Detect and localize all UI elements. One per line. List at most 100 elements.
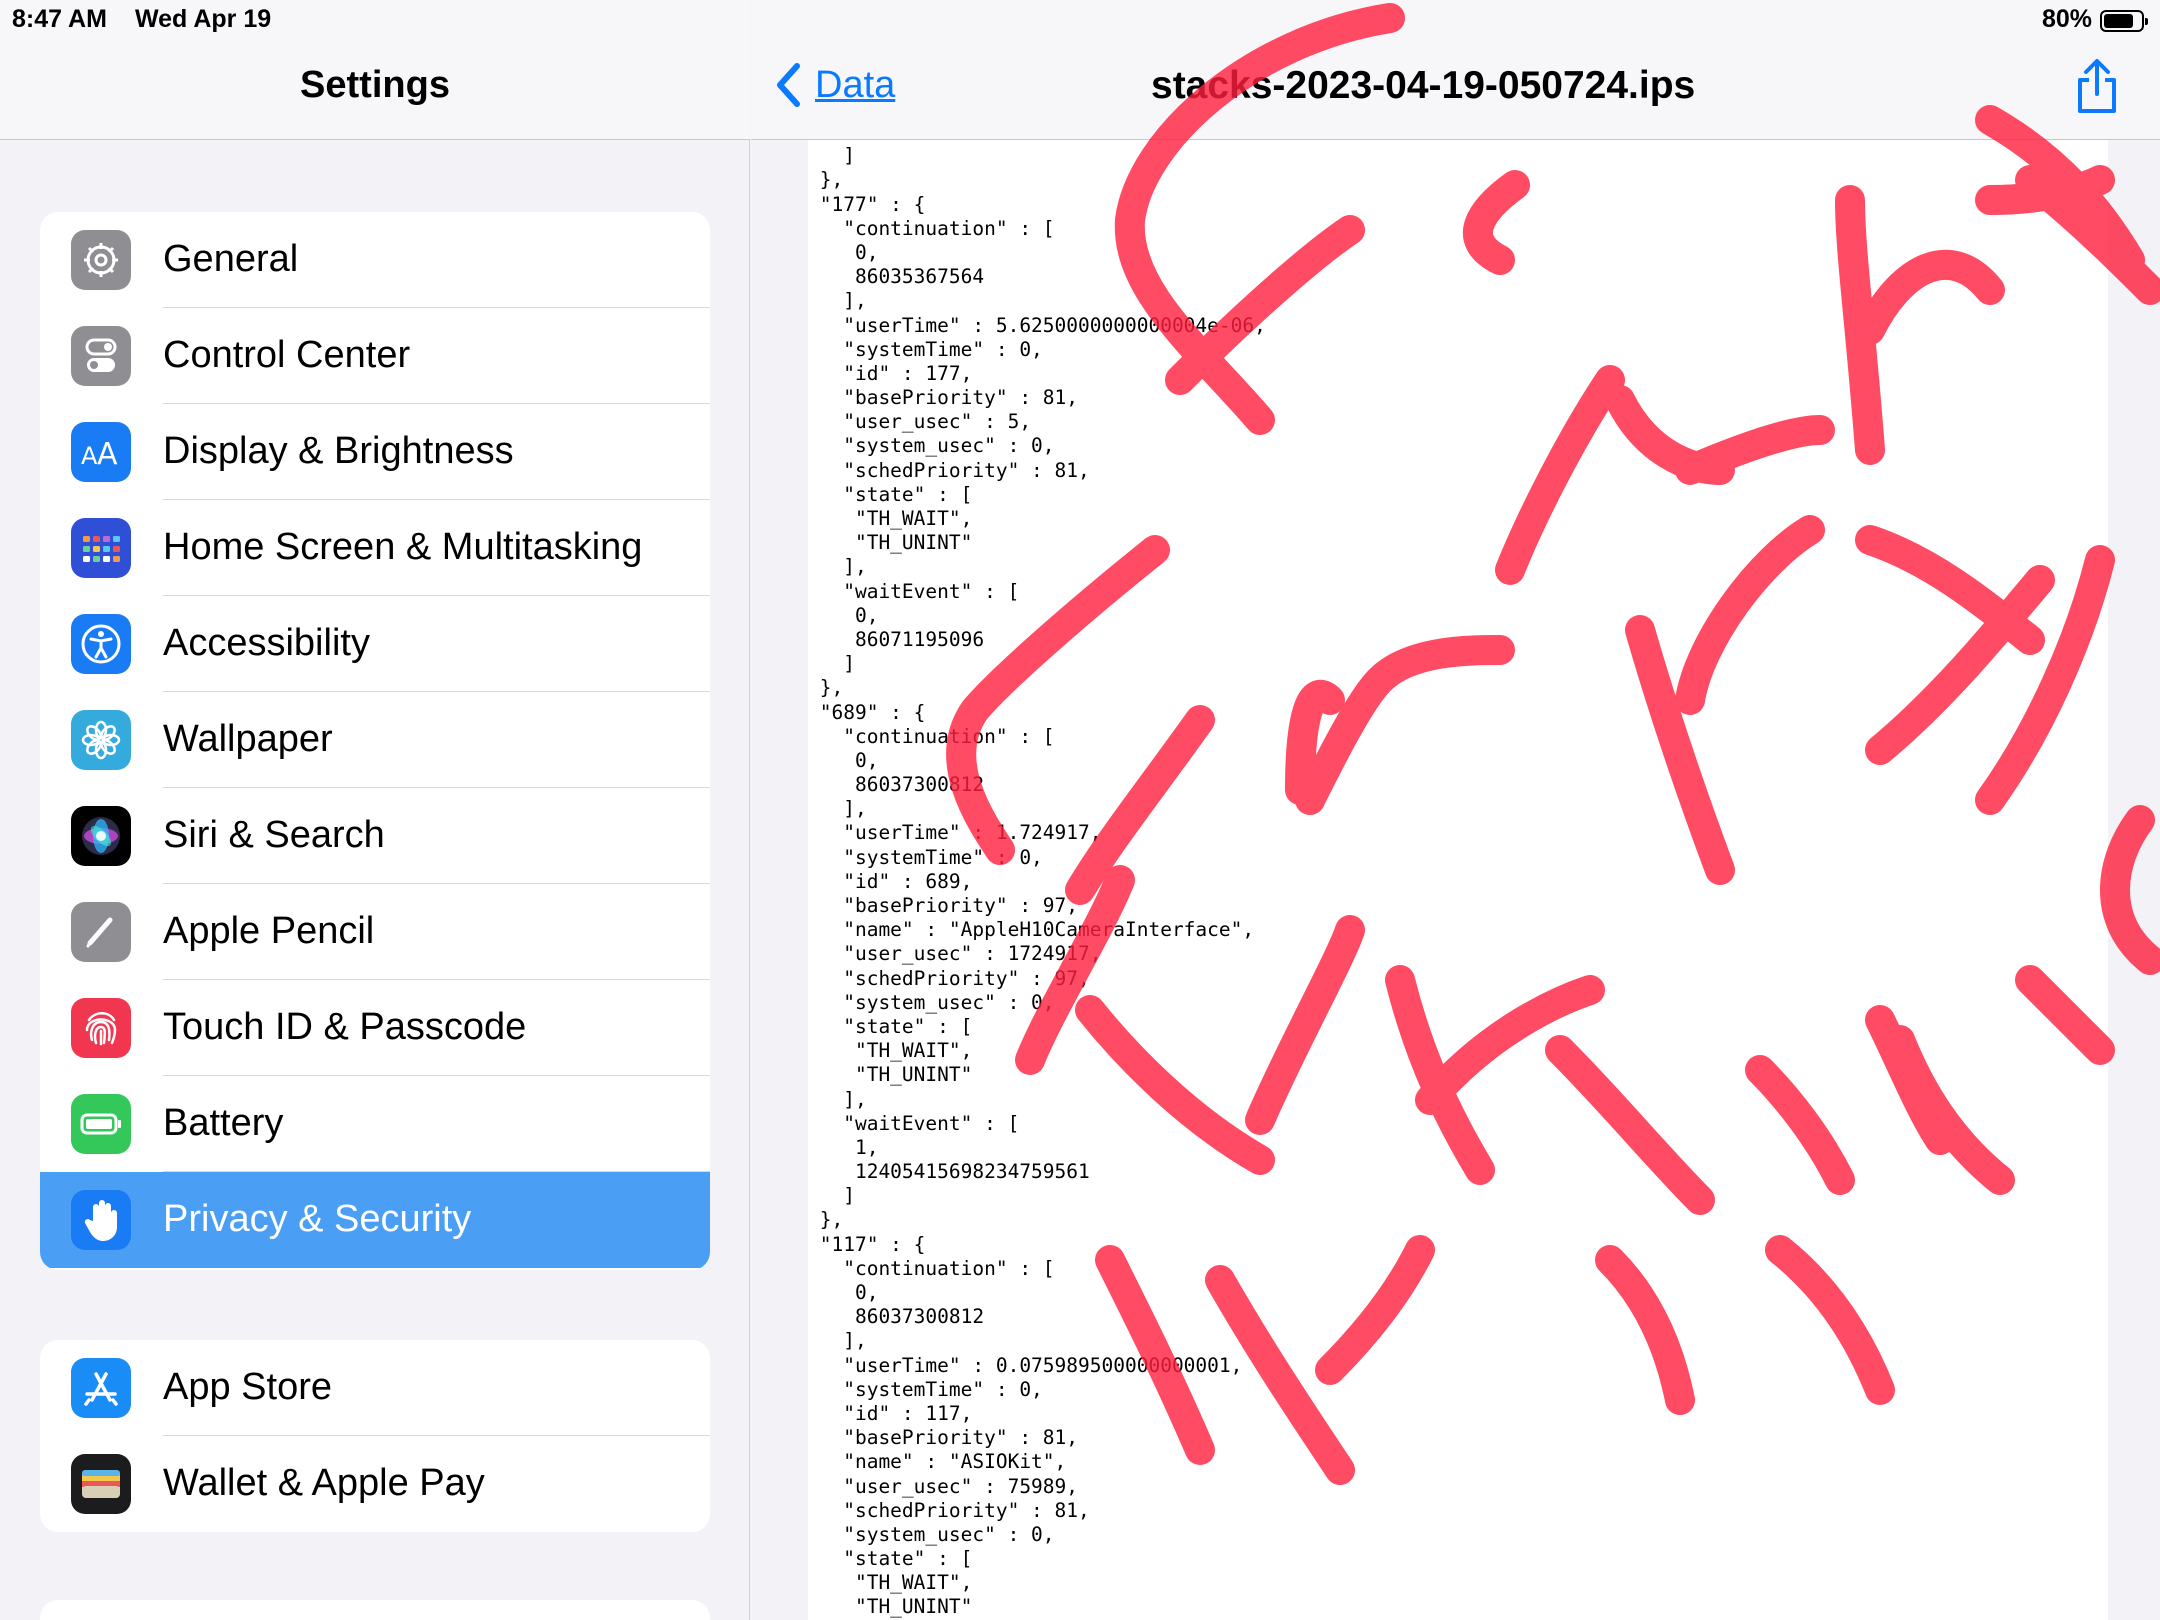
battery-status-icon (2100, 10, 2148, 32)
toggles-icon (71, 326, 131, 386)
log-line: "continuation" : [ (808, 724, 1055, 748)
log-line: 0, (808, 1281, 879, 1304)
log-line: "state" : [ (808, 1014, 973, 1038)
status-date: Wed Apr 19 (135, 5, 272, 33)
sidebar-item-label: Accessibility (163, 622, 370, 664)
log-line: ] (808, 1184, 855, 1208)
detail-pane: Data stacks-2023-04-19-050724.ips 124054… (751, 0, 2160, 1620)
status-time: 8:47 AM (12, 5, 107, 33)
gear-icon (71, 230, 131, 290)
svg-text:A: A (97, 437, 118, 472)
sidebar-item-siri-and-search[interactable]: Siri & Search (40, 788, 710, 884)
log-line: "user_usec" : 1724917, (808, 942, 1102, 966)
log-line: ], (808, 1087, 867, 1111)
sidebar-item-wallpaper[interactable]: Wallpaper (40, 692, 710, 788)
sidebar-title: Settings (300, 64, 450, 106)
log-line: "systemTime" : 0, (808, 337, 1043, 361)
settings-group-main: General Control Center A A Display & Brightn… (40, 212, 710, 1270)
log-line: ], (808, 1329, 867, 1353)
log-line: 86037300812 (808, 1305, 985, 1329)
log-line: "schedPriority" : 81, (808, 1498, 1090, 1522)
log-line: 0, (808, 240, 879, 264)
log-line: ], (808, 797, 867, 821)
log-line: 0, (808, 748, 879, 772)
status-bar: 8:47 AM Wed Apr 19 80% (0, 0, 2160, 40)
log-line: "state" : [ (808, 1547, 973, 1571)
log-line: "name" : "AppleH10CameraInterface", (808, 918, 1255, 942)
sidebar-item-label: App Store (163, 1366, 332, 1408)
sidebar-item-label: Wallet & Apple Pay (163, 1462, 485, 1504)
hand-icon (71, 1190, 131, 1250)
log-line: }, (808, 168, 844, 192)
sidebar-item-general[interactable]: General (40, 212, 710, 308)
sidebar-item-home-screen-and-multitasking[interactable]: Home Screen & Multitasking (40, 500, 710, 596)
ipad-screen: 8:47 AM Wed Apr 19 80% Settings General C… (0, 0, 2160, 1620)
chevron-left-icon (777, 63, 800, 107)
log-line: "waitEvent" : [ (808, 1111, 1020, 1135)
settings-group-next (40, 1600, 710, 1620)
log-line: "continuation" : [ (808, 216, 1055, 240)
sidebar-item-battery[interactable]: Battery (40, 1076, 710, 1172)
sidebar-item-app-store[interactable]: App Store (40, 1340, 710, 1436)
app-grid-icon (71, 518, 131, 578)
sidebar-item-apple-pencil[interactable]: Apple Pencil (40, 884, 710, 980)
sidebar-item-touch-id-and-passcode[interactable]: Touch ID & Passcode (40, 980, 710, 1076)
back-label: Data (815, 63, 896, 106)
log-line: 12405415698234759561 (808, 1160, 1090, 1184)
log-line: "id" : 177, (808, 361, 973, 385)
log-line: "id" : 117, (808, 1401, 973, 1425)
share-button[interactable] (2074, 58, 2120, 119)
log-line: "basePriority" : 97, (808, 894, 1079, 917)
crash-log-document[interactable]: 12405415709823393393 ] }, "177" : { "con… (808, 140, 2108, 1620)
log-text: 12405415709823393393 ] }, "177" : { "con… (808, 140, 2108, 1620)
siri-icon (71, 806, 131, 866)
log-line: "basePriority" : 81, (808, 386, 1079, 410)
flower-icon (71, 710, 131, 770)
log-line: "systemTime" : 0, (808, 845, 1043, 869)
sidebar-item-accessibility[interactable]: Accessibility (40, 596, 710, 692)
battery-icon (71, 1094, 131, 1154)
log-line: "117" : { (808, 1232, 926, 1256)
sidebar-item-label: Home Screen & Multitasking (163, 526, 643, 568)
log-line: "userTime" : 1.724917, (808, 821, 1102, 845)
wallet-icon (71, 1454, 131, 1514)
log-line: 0, (808, 603, 879, 627)
log-line: "TH_WAIT", (808, 507, 973, 530)
log-line: }, (808, 676, 844, 700)
settings-sidebar: Settings General Control Center A A Display … (0, 0, 750, 1620)
sidebar-item-label: Apple Pencil (163, 910, 375, 952)
log-line: "name" : "ASIOKit", (808, 1450, 1067, 1474)
back-button[interactable]: Data (775, 60, 895, 110)
log-line: 1, (808, 1135, 879, 1159)
log-line: "userTime" : 0.075989500000000001, (808, 1353, 1243, 1377)
log-line: "system_usec" : 0, (808, 990, 1055, 1014)
battery-percent: 80% (2041, 5, 2092, 33)
sidebar-item-label: Siri & Search (163, 814, 385, 856)
sidebar-item-wallet-and-apple-pay[interactable]: Wallet & Apple Pay (40, 1436, 710, 1532)
log-line: "TH_UNINT" (808, 531, 973, 555)
log-line: "system_usec" : 0, (808, 1522, 1055, 1546)
log-line: "user_usec" : 75989, (808, 1474, 1079, 1498)
sidebar-item-display-and-brightness[interactable]: A A Display & Brightness (40, 404, 710, 500)
log-line: 86071195096 (808, 627, 985, 651)
sidebar-item-label: Battery (163, 1102, 284, 1144)
log-line: "177" : { (808, 192, 926, 216)
sidebar-item-label: Display & Brightness (163, 430, 514, 472)
log-line: ] (808, 652, 855, 676)
text-size-icon: AA (71, 422, 131, 482)
log-line: "TH_WAIT", (808, 1571, 973, 1595)
log-line: "state" : [ (808, 482, 973, 506)
log-line: ] (808, 144, 855, 168)
sidebar-item-label: Control Center (163, 334, 411, 376)
settings-group-store: App Store Wallet & Apple Pay (40, 1340, 710, 1532)
sidebar-item-label: Touch ID & Passcode (163, 1006, 527, 1048)
log-line: "system_usec" : 0, (808, 434, 1055, 458)
sidebar-item-privacy-and-security[interactable]: Privacy & Security (40, 1172, 710, 1268)
document-title: stacks-2023-04-19-050724.ips (1151, 64, 1696, 107)
share-icon (2078, 59, 2116, 113)
fingerprint-icon (71, 998, 131, 1058)
log-line: "basePriority" : 81, (808, 1426, 1079, 1450)
log-line: "TH_UNINT" (808, 1595, 973, 1619)
sidebar-item-control-center[interactable]: Control Center (40, 308, 710, 404)
log-line: "TH_WAIT", (808, 1039, 973, 1063)
